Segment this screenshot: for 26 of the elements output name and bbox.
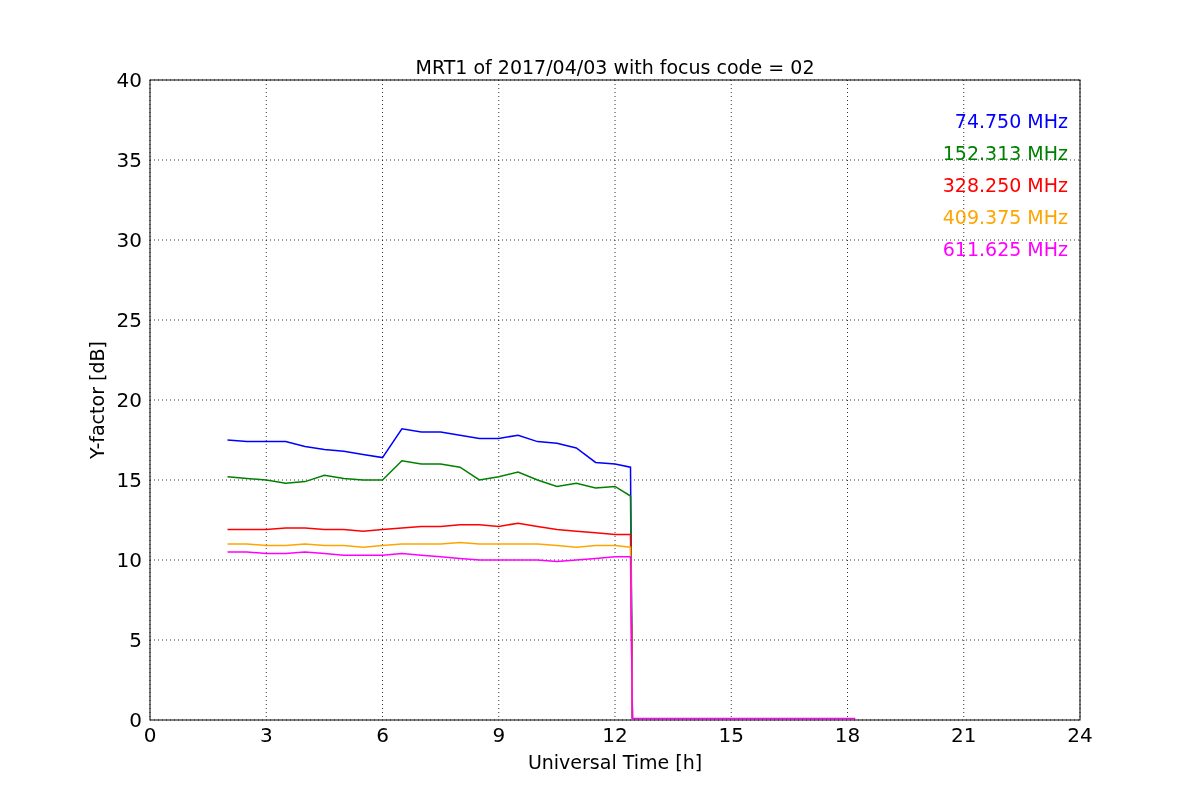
x-tick-label: 18: [834, 723, 861, 747]
x-axis-title: Universal Time [h]: [527, 751, 703, 773]
chart-title: MRT1 of 2017/04/03 with focus code = 02: [415, 56, 815, 78]
legend-label: 74.750 MHz: [954, 110, 1068, 132]
x-tick-label: 9: [492, 723, 506, 747]
y-tick-label: 40: [116, 68, 142, 92]
y-tick-label: 0: [129, 708, 142, 732]
y-tick-label: 35: [116, 148, 142, 172]
legend-label: 152.313 MHz: [942, 142, 1068, 164]
x-tick-label: 3: [259, 723, 273, 747]
y-tick-label: 20: [116, 388, 142, 412]
legend-label: 409.375 MHz: [942, 206, 1068, 228]
legend-label: 611.625 MHz: [942, 238, 1068, 260]
x-tick-label: 0: [143, 723, 157, 747]
x-tick-label: 6: [376, 723, 389, 747]
y-tick-label: 15: [116, 468, 142, 492]
x-tick-label: 15: [718, 723, 744, 747]
x-tick-label: 12: [602, 723, 628, 747]
y-axis-title: Y-factor [dB]: [86, 341, 108, 459]
y-tick-label: 10: [116, 548, 142, 572]
x-tick-label: 24: [1067, 723, 1093, 747]
legend-label: 328.250 MHz: [942, 174, 1068, 196]
x-tick-label: 21: [951, 723, 977, 747]
y-tick-label: 25: [116, 308, 142, 332]
y-tick-label: 5: [129, 628, 142, 652]
y-tick-label: 30: [116, 228, 142, 252]
